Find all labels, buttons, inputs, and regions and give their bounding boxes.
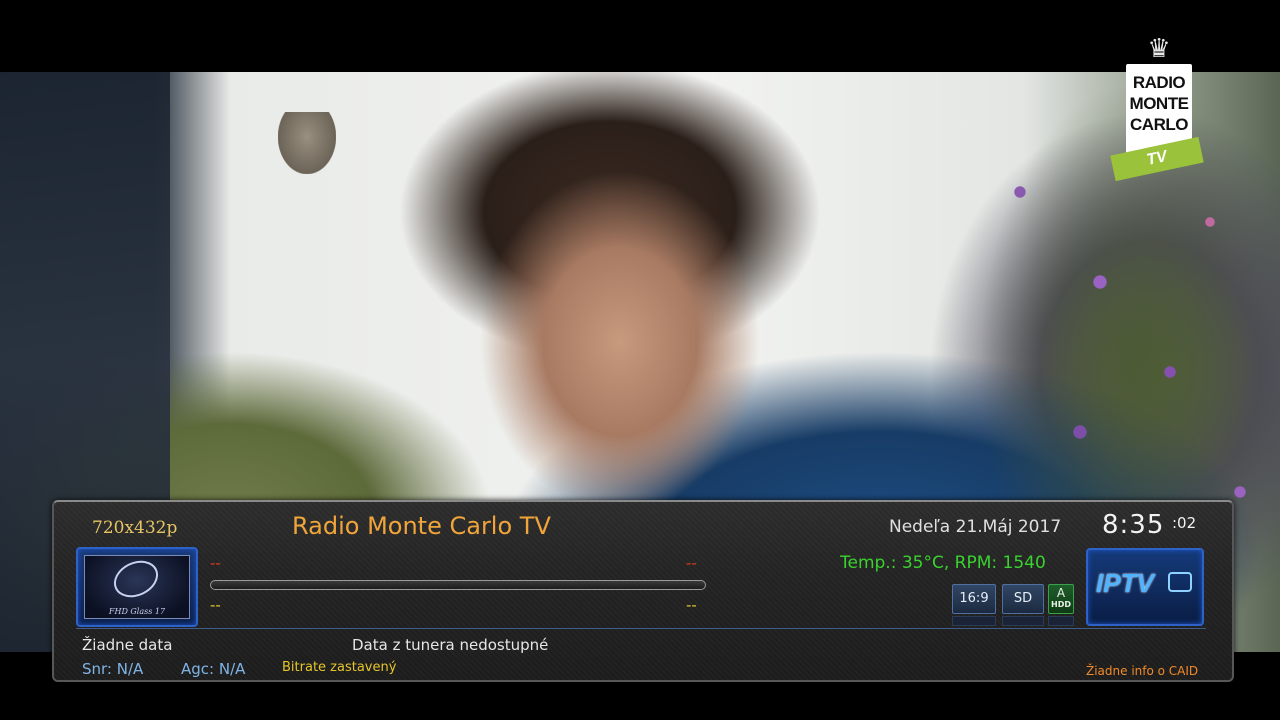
channel-logo: ♛ RADIO MONTE CARLO TV bbox=[1110, 34, 1206, 186]
infobar-panel: 720x432p Radio Monte Carlo TV Nedeľa 21.… bbox=[52, 500, 1234, 682]
bitrate-status: Bitrate zastavený bbox=[282, 660, 397, 675]
clock: 8:35 bbox=[1102, 510, 1165, 540]
agc-value: Agc: N/A bbox=[181, 660, 246, 678]
channel-logo-line-1: RADIO bbox=[1132, 73, 1186, 92]
picon-image: FHD Glass 17 bbox=[84, 553, 190, 619]
caid-info: Žiadne info o CAID bbox=[1086, 664, 1199, 678]
tuner-status: Data z tunera nedostupné bbox=[352, 636, 549, 654]
satellite-dish-icon bbox=[107, 553, 165, 605]
definition-badge: SD bbox=[1002, 584, 1044, 614]
video-resolution: 720x432p bbox=[92, 518, 178, 538]
temperature-rpm: Temp.: 35°C, RPM: 1540 bbox=[840, 553, 1046, 573]
badge-slot bbox=[1048, 616, 1074, 626]
event-progress-bar bbox=[210, 580, 706, 590]
next-event-time-placeholder: -- bbox=[686, 596, 697, 614]
channel-logo-line-3: CARLO bbox=[1130, 115, 1188, 134]
clock-seconds: :02 bbox=[1172, 514, 1197, 532]
no-data-label: Žiadne data bbox=[82, 636, 173, 654]
badge-slot bbox=[1002, 616, 1044, 626]
tv-icon bbox=[1168, 572, 1192, 592]
date-label: Nedeľa 21.Máj 2017 bbox=[889, 517, 1062, 537]
picon-label: FHD Glass 17 bbox=[108, 607, 166, 616]
aspect-ratio-badge: 16:9 bbox=[952, 584, 996, 614]
hdd-badge-label: HDD bbox=[1051, 600, 1071, 609]
crown-icon: ♛ bbox=[1147, 34, 1171, 64]
hdd-badge: A HDD bbox=[1048, 584, 1074, 614]
picon: FHD Glass 17 bbox=[76, 547, 198, 627]
iptv-logo-text: IPTV bbox=[1096, 568, 1154, 598]
infobar-divider bbox=[76, 628, 1206, 629]
now-event-placeholder: -- bbox=[210, 554, 221, 572]
now-event-time-placeholder: -- bbox=[686, 554, 697, 572]
iptv-logo: IPTV bbox=[1086, 548, 1204, 626]
channel-logo-line-2: MONTE bbox=[1129, 94, 1189, 113]
hdd-badge-letter: A bbox=[1056, 586, 1066, 600]
snr-value: Snr: N/A bbox=[82, 660, 144, 678]
wall-lamp bbox=[278, 112, 336, 174]
badge-slot bbox=[952, 616, 996, 626]
next-event-placeholder: -- bbox=[210, 596, 221, 614]
channel-name: Radio Monte Carlo TV bbox=[292, 512, 551, 540]
